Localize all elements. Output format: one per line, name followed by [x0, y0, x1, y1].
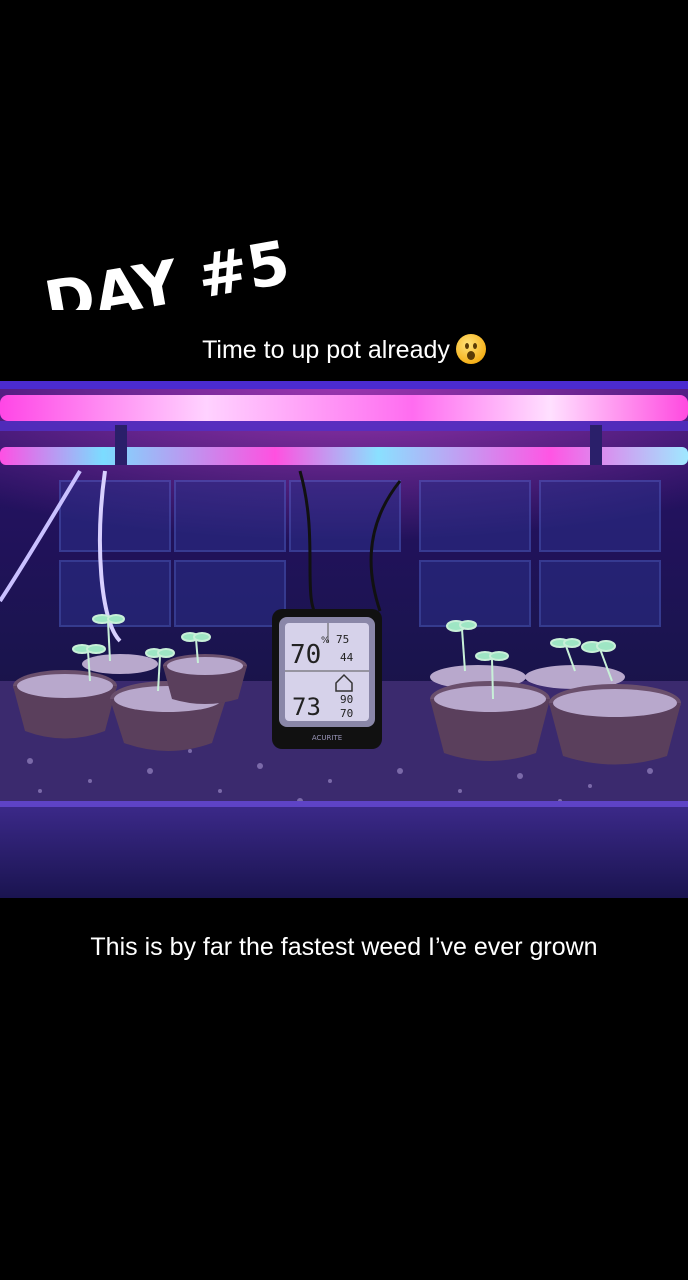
hygrometer-brand: ACURITE [312, 734, 342, 742]
bottom-caption: This is by far the fastest weed I’ve eve… [0, 930, 688, 964]
humidity-unit: % [321, 636, 330, 646]
day-number-sticker: DAY #5 [36, 200, 336, 310]
high-humidity-reading: 75 [336, 633, 349, 646]
bottom-caption-text: This is by far the fastest weed I’ve eve… [90, 933, 598, 961]
hygrometer-device: 70 % 75 44 73 90 70 ACURITE [272, 609, 382, 749]
hushed-face-icon [455, 334, 486, 364]
high-temp-reading: 90 [340, 693, 353, 706]
low-temp-reading: 70 [340, 707, 353, 720]
temperature-reading: 73 [292, 693, 321, 721]
top-caption: Time to up pot already [0, 333, 688, 367]
low-humidity-reading: 44 [340, 651, 354, 664]
story-screen: DAY #5 Time to up pot already 70 % 75 44… [0, 0, 688, 1280]
humidity-reading: 70 [290, 640, 321, 670]
grow-tent-photo: 70 % 75 44 73 90 70 ACURITE [0, 381, 688, 898]
grow-scene: 70 % 75 44 73 90 70 ACURITE [0, 381, 688, 898]
top-caption-text: Time to up pot already [202, 336, 450, 364]
day-sticker-graphic: DAY #5 [40, 228, 295, 310]
day-sticker-text: DAY #5 [40, 228, 295, 310]
